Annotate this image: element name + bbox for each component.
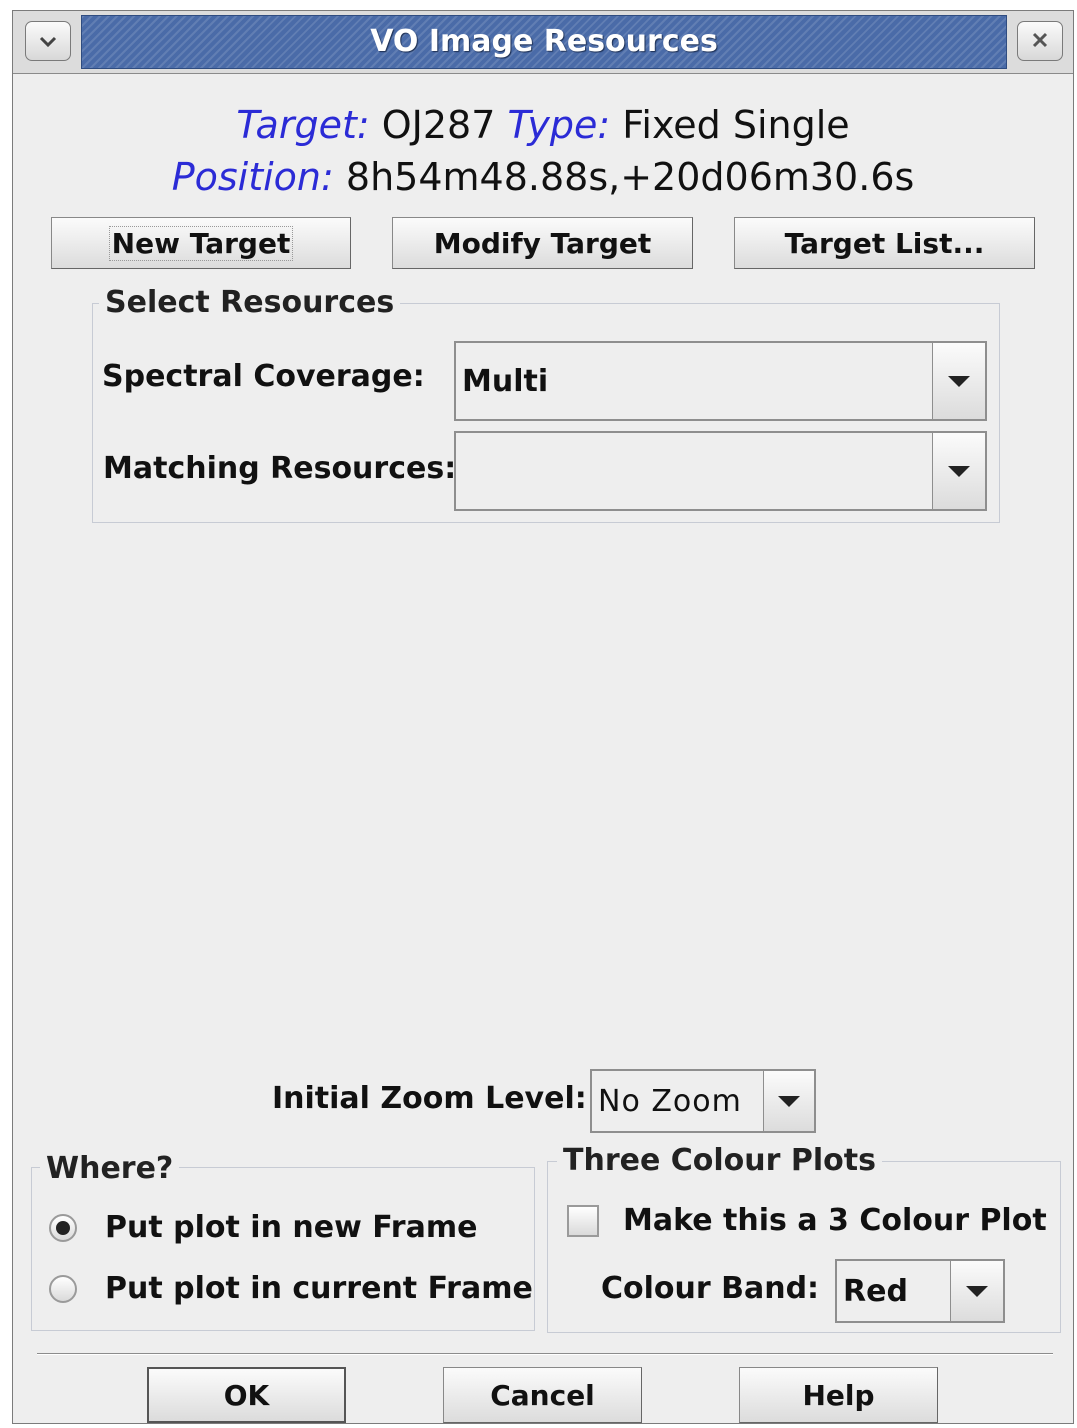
- position-info-line: Position: 8h54m48.88s,+20d06m30.6s: [13, 155, 1073, 199]
- zoom-dropdown-button[interactable]: [763, 1071, 814, 1131]
- colour-band-dropdown-button[interactable]: [950, 1261, 1003, 1321]
- select-resources-title: Select Resources: [99, 285, 401, 320]
- where-title: Where?: [40, 1151, 180, 1186]
- cancel-button[interactable]: Cancel: [443, 1367, 642, 1423]
- zoom-level-value: No Zoom: [598, 1083, 742, 1119]
- type-label: Type:: [507, 103, 611, 147]
- new-target-button[interactable]: New Target: [51, 217, 351, 269]
- radio-current-frame[interactable]: Put plot in current Frame: [49, 1271, 533, 1306]
- close-button[interactable]: [1017, 21, 1063, 61]
- target-label: Target:: [236, 103, 370, 147]
- spectral-dropdown-button[interactable]: [932, 343, 985, 419]
- colour-band-value: Red: [843, 1273, 908, 1309]
- position-label: Position:: [171, 155, 334, 199]
- help-button[interactable]: Help: [739, 1367, 938, 1423]
- radio-new-frame-label: Put plot in new Frame: [105, 1210, 478, 1245]
- ok-label: OK: [223, 1378, 270, 1412]
- type-value: Fixed Single: [622, 103, 850, 147]
- chevron-down-icon: [778, 1095, 800, 1107]
- modify-target-button[interactable]: Modify Target: [392, 217, 693, 269]
- ok-button[interactable]: OK: [147, 1367, 346, 1423]
- matching-dropdown-button[interactable]: [932, 433, 985, 509]
- where-group: [31, 1167, 535, 1331]
- radio-button-selected[interactable]: [49, 1213, 77, 1242]
- matching-resources-label: Matching Resources:: [103, 451, 457, 486]
- position-value: 8h54m48.88s,+20d06m30.6s: [345, 155, 915, 199]
- separator: [37, 1353, 1053, 1355]
- spectral-coverage-value: Multi: [462, 363, 549, 399]
- target-list-label: Target List...: [784, 226, 985, 260]
- radio-new-frame[interactable]: Put plot in new Frame: [49, 1210, 477, 1245]
- spectral-coverage-label: Spectral Coverage:: [102, 359, 425, 394]
- colour-band-combo[interactable]: Red: [835, 1259, 1005, 1323]
- cancel-label: Cancel: [490, 1378, 595, 1412]
- chevron-down-icon: [38, 27, 58, 55]
- spectral-coverage-combo[interactable]: Multi: [454, 341, 987, 421]
- new-target-label: New Target: [108, 225, 294, 261]
- matching-resources-combo[interactable]: [454, 431, 987, 511]
- target-list-button[interactable]: Target List...: [734, 217, 1035, 269]
- radio-current-frame-label: Put plot in current Frame: [105, 1271, 533, 1306]
- three-colour-checkbox[interactable]: [567, 1204, 599, 1237]
- zoom-level-label: Initial Zoom Level:: [272, 1081, 587, 1116]
- title-stripe: VO Image Resources: [81, 15, 1007, 69]
- title-bar[interactable]: VO Image Resources: [13, 11, 1073, 74]
- window-title: VO Image Resources: [370, 24, 718, 59]
- dialog-window: VO Image Resources Target: OJ287 Type: F…: [12, 10, 1074, 1424]
- three-colour-checkbox-row[interactable]: Make this a 3 Colour Plot: [567, 1203, 1047, 1238]
- three-colour-title: Three Colour Plots: [557, 1143, 882, 1178]
- chevron-down-icon: [966, 1285, 988, 1297]
- radio-button[interactable]: [49, 1274, 77, 1303]
- colour-band-label: Colour Band:: [601, 1271, 820, 1306]
- chevron-down-icon: [948, 375, 970, 387]
- modify-target-label: Modify Target: [433, 226, 652, 260]
- three-colour-checkbox-label: Make this a 3 Colour Plot: [623, 1203, 1047, 1238]
- close-icon: [1031, 27, 1049, 55]
- help-label: Help: [802, 1378, 875, 1412]
- window-menu-button[interactable]: [25, 21, 71, 61]
- zoom-level-combo[interactable]: No Zoom: [590, 1069, 816, 1133]
- target-value: OJ287: [381, 103, 496, 147]
- chevron-down-icon: [948, 465, 970, 477]
- target-info-line: Target: OJ287 Type: Fixed Single: [13, 103, 1073, 147]
